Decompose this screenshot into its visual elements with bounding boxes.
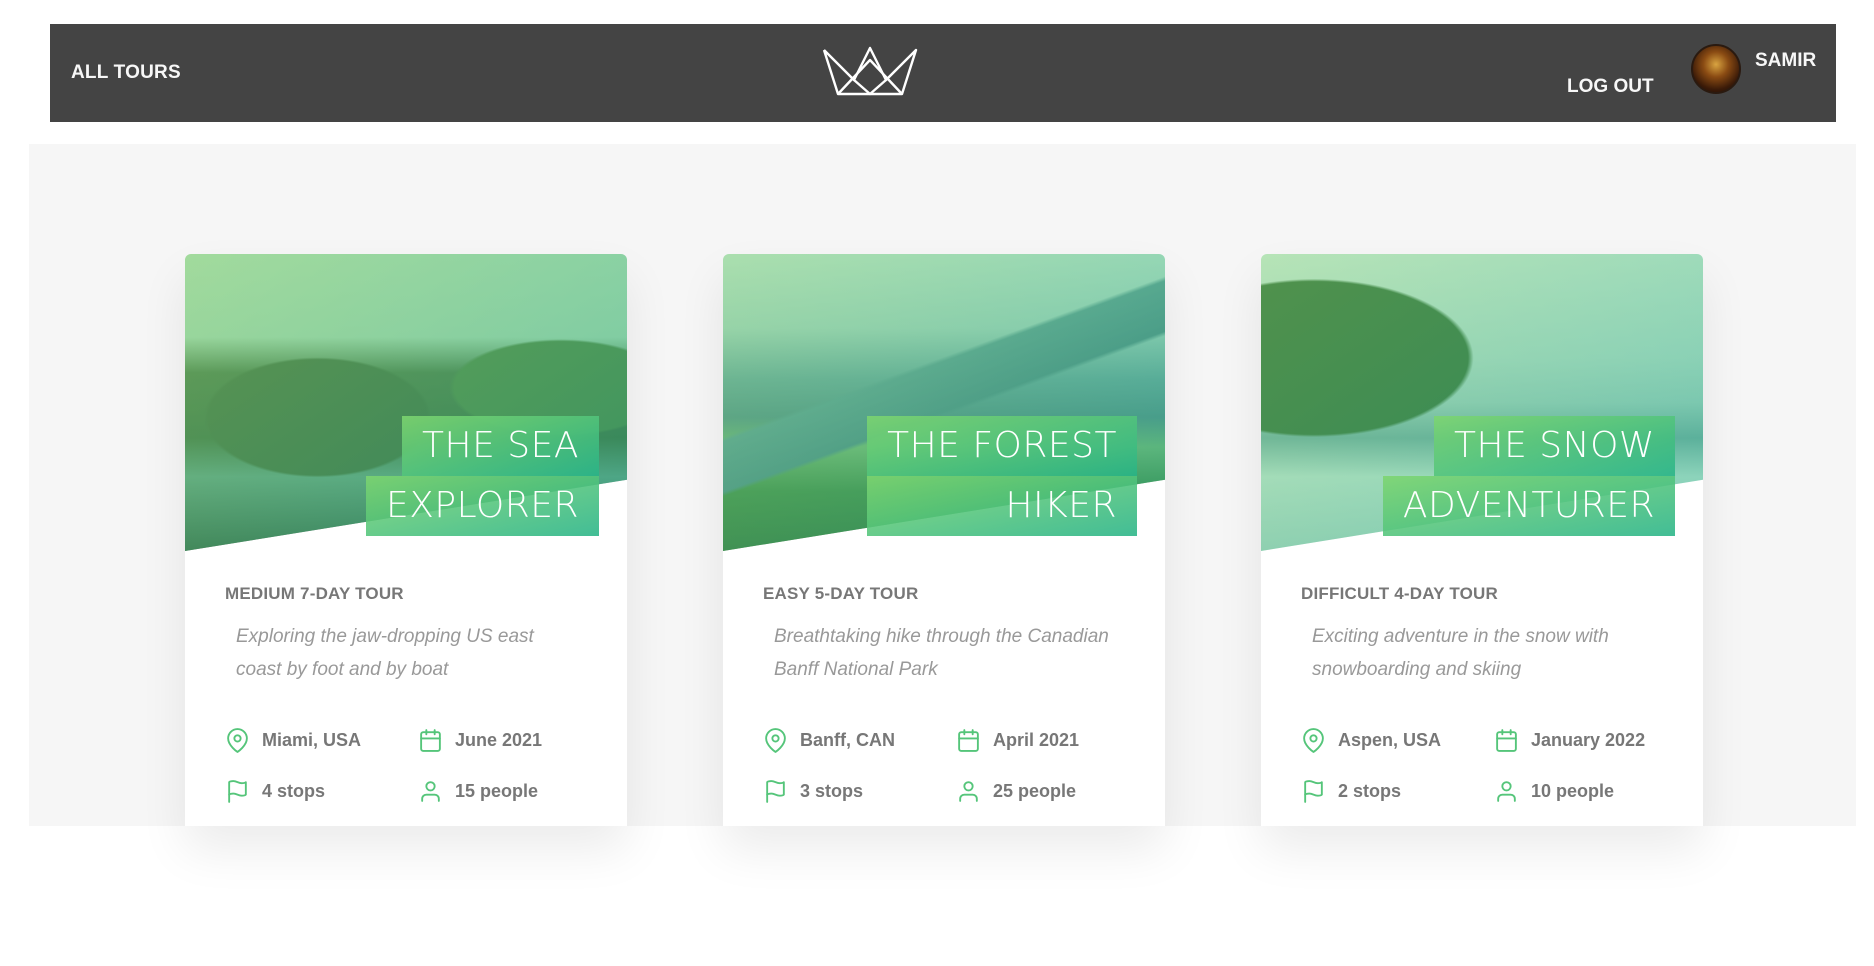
tour-card[interactable]: THE SNOW ADVENTURER DIFFICULT 4-DAY TOUR…	[1261, 254, 1703, 826]
tour-group-size: 25 people	[956, 779, 1126, 804]
tour-stops: 2 stops	[1301, 779, 1494, 804]
tour-group-size: 15 people	[418, 779, 588, 804]
calendar-icon	[420, 729, 441, 752]
tour-title: THE SEA EXPLORER	[366, 416, 599, 536]
tour-stops-text: 2 stops	[1338, 781, 1402, 801]
map-pin-icon	[1303, 728, 1324, 753]
tour-title: THE SNOW ADVENTURER	[1382, 416, 1675, 536]
tours-overview: THE SEA EXPLORER MEDIUM 7-DAY TOUR Explo…	[29, 144, 1856, 826]
tour-date: June 2021	[418, 728, 588, 753]
tour-data: Miami, USA June 2021 4 stops 15 people	[225, 728, 585, 804]
tour-stops: 3 stops	[763, 779, 956, 804]
tour-date-text: January 2022	[1531, 730, 1646, 750]
tour-date: April 2021	[956, 728, 1126, 753]
tour-difficulty: EASY 5-DAY TOUR	[763, 584, 919, 603]
tour-location-text: Aspen, USA	[1338, 730, 1442, 750]
tour-group-size: 10 people	[1494, 779, 1664, 804]
tour-summary: Breathtaking hike through the Canadian B…	[774, 626, 1109, 680]
tour-location: Banff, CAN	[763, 728, 956, 753]
tour-title-line: THE SEA	[402, 416, 599, 476]
tour-title-line: ADVENTURER	[1382, 476, 1675, 536]
tour-details: MEDIUM 7-DAY TOUR Exploring the jaw-drop…	[185, 584, 627, 686]
all-tours-link[interactable]: ALL TOURS	[71, 62, 181, 84]
tour-stops: 4 stops	[225, 779, 418, 804]
crown-logo-icon[interactable]	[822, 46, 918, 96]
tour-stops-text: 3 stops	[800, 781, 864, 801]
tour-summary: Exploring the jaw-dropping US east coast…	[236, 626, 534, 680]
tour-details: DIFFICULT 4-DAY TOUR Exciting adventure …	[1261, 584, 1703, 686]
tour-title-line: THE FOREST	[867, 416, 1137, 476]
tour-people-text: 10 people	[1531, 781, 1615, 801]
tour-summary: Exciting adventure in the snow with snow…	[1312, 626, 1609, 680]
logout-link[interactable]: LOG OUT	[1567, 76, 1654, 98]
flag-icon	[1304, 780, 1323, 803]
tour-card[interactable]: THE SEA EXPLORER MEDIUM 7-DAY TOUR Explo…	[185, 254, 627, 826]
user-name[interactable]: SAMIR	[1755, 50, 1816, 72]
calendar-icon	[1496, 729, 1517, 752]
user-icon	[421, 781, 440, 802]
tour-location-text: Banff, CAN	[800, 730, 895, 750]
tour-date-text: June 2021	[455, 730, 543, 750]
tour-title-line: EXPLORER	[366, 476, 599, 536]
user-icon	[1497, 781, 1516, 802]
tour-date: January 2022	[1494, 728, 1664, 753]
tour-stops-text: 4 stops	[262, 781, 326, 801]
tour-details: EASY 5-DAY TOUR Breathtaking hike throug…	[723, 584, 1165, 686]
avatar[interactable]	[1691, 44, 1741, 94]
calendar-icon	[958, 729, 979, 752]
tour-card[interactable]: THE FOREST HIKER EASY 5-DAY TOUR Breatht…	[723, 254, 1165, 826]
tour-date-text: April 2021	[993, 730, 1080, 750]
tour-location: Miami, USA	[225, 728, 418, 753]
tour-title-line: THE SNOW	[1434, 416, 1675, 476]
map-pin-icon	[765, 728, 786, 753]
tour-people-text: 25 people	[993, 781, 1077, 801]
tour-location: Aspen, USA	[1301, 728, 1494, 753]
user-icon	[959, 781, 978, 802]
tour-title-line: HIKER	[867, 476, 1137, 536]
top-header: ALL TOURS LOG OUT SAMIR	[50, 24, 1836, 122]
tour-people-text: 15 people	[455, 781, 539, 801]
user-menu[interactable]: SAMIR	[1691, 44, 1816, 94]
tour-title: THE FOREST HIKER	[867, 416, 1137, 536]
tour-location-text: Miami, USA	[262, 730, 362, 750]
tour-difficulty: MEDIUM 7-DAY TOUR	[225, 584, 404, 603]
tour-difficulty: DIFFICULT 4-DAY TOUR	[1301, 584, 1498, 603]
map-pin-icon	[227, 728, 248, 753]
flag-icon	[228, 780, 247, 803]
flag-icon	[766, 780, 785, 803]
tour-data: Banff, CAN April 2021 3 stops 25 people	[763, 728, 1123, 804]
tour-data: Aspen, USA January 2022 2 stops 10 peopl…	[1301, 728, 1661, 804]
